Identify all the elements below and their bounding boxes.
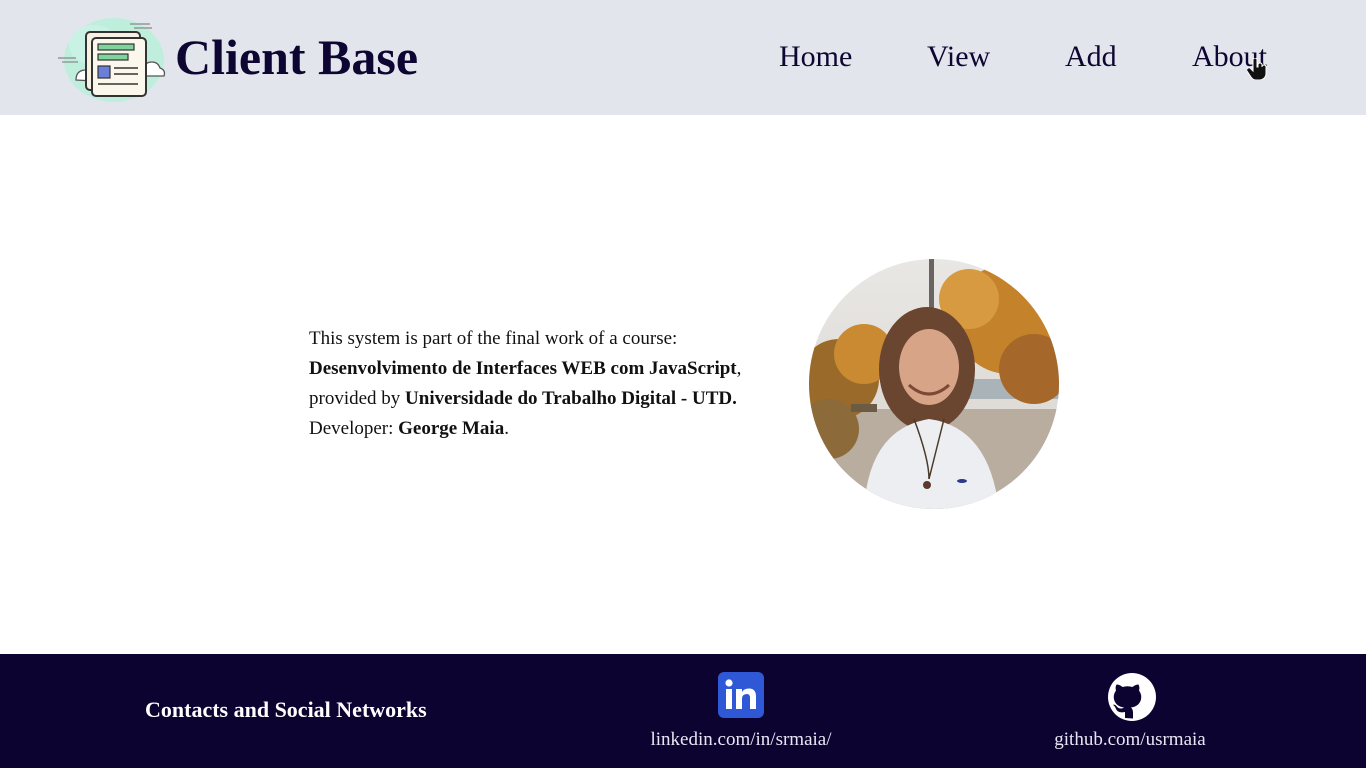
nav-add[interactable]: Add (1065, 38, 1117, 76)
linkedin-link[interactable]: linkedin.com/in/srmaia/ (640, 672, 842, 752)
github-label[interactable]: github.com/usrmaia (1040, 728, 1220, 752)
about-line-intro: This system is part of the final work of… (309, 328, 678, 349)
about-description: This system is part of the final work of… (309, 324, 779, 444)
nav-view[interactable]: View (927, 38, 990, 76)
site-footer: Contacts and Social Networks linkedin.co… (0, 654, 1366, 768)
provided-by-label: provided by (309, 388, 406, 409)
client-base-logo-icon[interactable] (54, 10, 168, 105)
developer-name: George Maia (398, 418, 505, 439)
developer-photo (809, 259, 1059, 509)
period: . (504, 418, 509, 439)
brand-title[interactable]: Client Base (175, 28, 418, 86)
linkedin-icon[interactable] (718, 672, 764, 718)
nav-home[interactable]: Home (779, 38, 852, 76)
footer-title: Contacts and Social Networks (145, 697, 427, 722)
github-icon[interactable] (1107, 672, 1156, 721)
comma: , (736, 358, 742, 379)
linkedin-label[interactable]: linkedin.com/in/srmaia/ (640, 728, 842, 752)
hand-pointer-cursor-icon (1246, 57, 1267, 81)
github-link[interactable]: github.com/usrmaia (1040, 672, 1220, 752)
developer-label: Developer: (309, 418, 399, 439)
institution-name: Universidade do Trabalho Digital - UTD. (405, 388, 737, 409)
course-name: Desenvolvimento de Interfaces WEB com Ja… (309, 358, 737, 379)
top-header: Client Base Home View Add About (0, 0, 1366, 115)
